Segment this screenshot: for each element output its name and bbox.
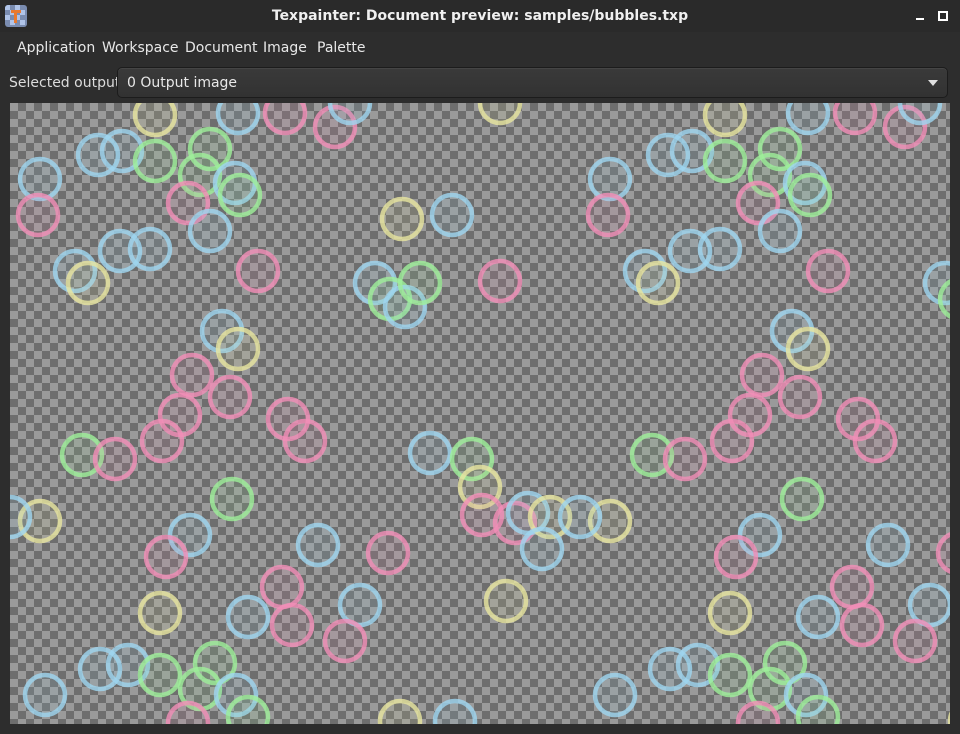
- bubble-fill: [298, 525, 338, 565]
- bubble-fill: [432, 195, 472, 235]
- bubble-fill: [808, 251, 848, 291]
- bubble-fill: [190, 211, 230, 251]
- bubble-fill: [780, 377, 820, 417]
- bubble-fill: [480, 261, 520, 301]
- bubble-fill: [705, 141, 745, 181]
- window-title: Texpainter: Document preview: samples/bu…: [271, 8, 689, 24]
- bubble-fill: [832, 567, 872, 607]
- bubble-fill: [130, 229, 170, 269]
- bubble-fill: [220, 175, 260, 215]
- bubble-fill: [140, 655, 180, 695]
- menu-bar: Application Workspace Document Image Pal…: [0, 32, 960, 64]
- menu-palette[interactable]: Palette: [317, 32, 366, 64]
- bubble-fill: [212, 479, 252, 519]
- menu-document[interactable]: Document: [185, 32, 258, 64]
- menu-image[interactable]: Image: [263, 32, 307, 64]
- selected-output-value: 0 Output image: [127, 75, 238, 91]
- bubble-fill: [262, 567, 302, 607]
- bubble-fill: [782, 479, 822, 519]
- bubble-fill: [95, 439, 135, 479]
- bubble-fill: [325, 621, 365, 661]
- preview-canvas[interactable]: [10, 103, 950, 724]
- bubble-fill: [788, 329, 828, 369]
- minimize-button[interactable]: [912, 8, 928, 24]
- bubble-fill: [638, 263, 678, 303]
- bubble-fill: [665, 439, 705, 479]
- bubble-fill: [742, 355, 782, 395]
- bubble-fill: [486, 581, 526, 621]
- bubble-fill: [938, 534, 950, 572]
- menu-workspace[interactable]: Workspace: [102, 32, 179, 64]
- selected-output-label: Selected output:: [9, 75, 126, 91]
- title-bar[interactable]: Texpainter: Document preview: samples/bu…: [0, 0, 960, 32]
- bubble-fill: [172, 355, 212, 395]
- bubble-fill: [210, 377, 250, 417]
- menu-application[interactable]: Application: [17, 32, 95, 64]
- chevron-down-icon: [928, 80, 938, 86]
- bubble-fill: [25, 675, 65, 715]
- bubble-fill: [368, 533, 408, 573]
- bubble-fill: [68, 263, 108, 303]
- bubble-fill: [228, 597, 268, 637]
- bubble-fill: [760, 211, 800, 251]
- bubble-fill: [595, 675, 635, 715]
- bubble-texture: [10, 103, 950, 724]
- bubble-fill: [842, 605, 882, 645]
- bubble-fill: [522, 529, 562, 569]
- bubble-fill: [588, 195, 628, 235]
- bubble-fill: [790, 175, 830, 215]
- bubble-fill: [716, 537, 756, 577]
- bubble-fill: [410, 433, 450, 473]
- bubble-fill: [710, 593, 750, 633]
- bubble-fill: [855, 421, 895, 461]
- bubble-fill: [238, 251, 278, 291]
- maximize-button[interactable]: [935, 8, 951, 24]
- bubble-fill: [218, 329, 258, 369]
- bubble-fill: [798, 597, 838, 637]
- bubble-fill: [272, 605, 312, 645]
- bubble-fill: [146, 537, 186, 577]
- bubble-fill: [135, 141, 175, 181]
- bubble-fill: [700, 229, 740, 269]
- output-toolbar: Selected output: 0 Output image: [0, 64, 960, 102]
- bubble-fill: [382, 199, 422, 239]
- bubble-fill: [140, 593, 180, 633]
- bubble-fill: [710, 655, 750, 695]
- bubble-fill: [18, 195, 58, 235]
- bubble-fill: [895, 621, 935, 661]
- bubble-fill: [142, 421, 182, 461]
- bubble-fill: [868, 525, 908, 565]
- bubble-fill: [712, 421, 752, 461]
- selected-output-dropdown[interactable]: 0 Output image: [117, 67, 948, 98]
- bubble-fill: [560, 497, 600, 537]
- minimize-icon: [916, 18, 924, 20]
- bubble-fill: [400, 263, 440, 303]
- bubble-fill: [285, 421, 325, 461]
- maximize-icon: [938, 11, 948, 21]
